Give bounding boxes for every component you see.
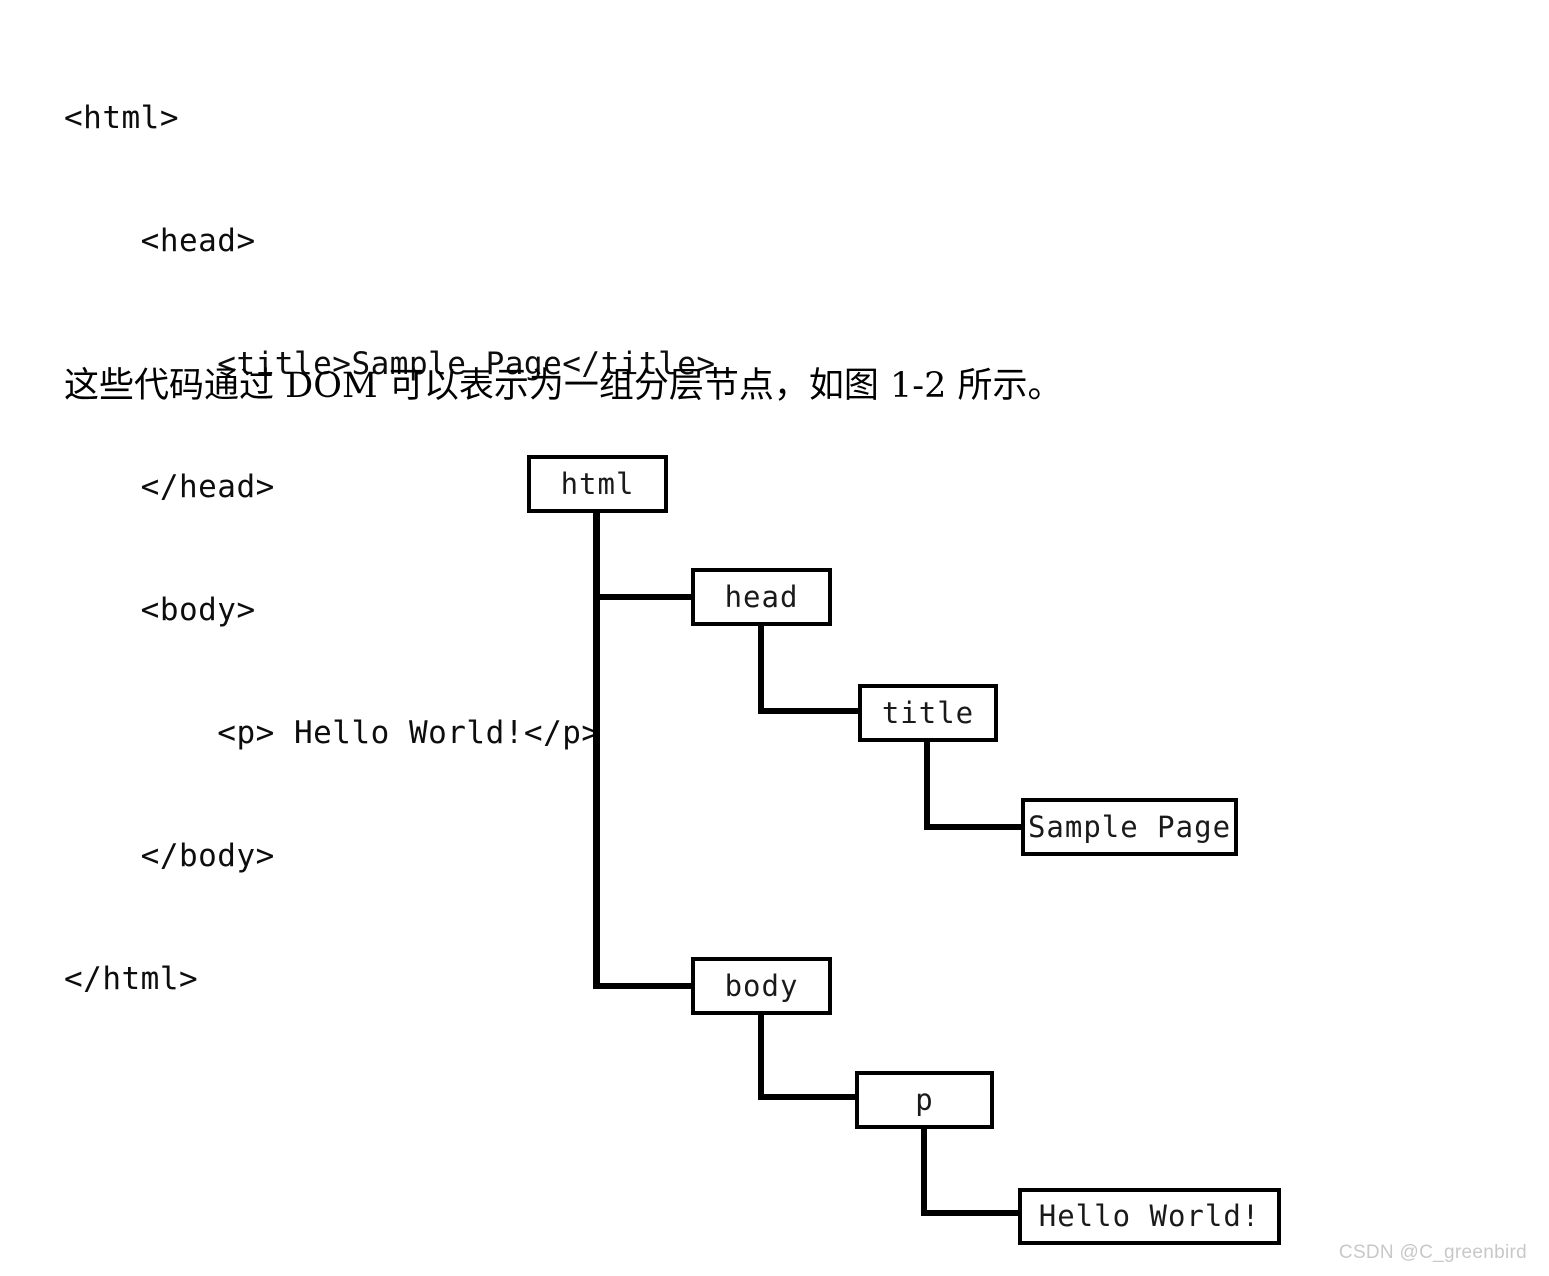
node-hello-world-label: Hello World! [1038,1199,1261,1233]
edge-body-trunk [758,1015,764,1100]
node-html[interactable]: html [527,455,668,513]
node-sample-page-label: Sample Page [1027,809,1232,844]
edge-head-trunk [758,626,764,714]
node-title[interactable]: title [858,684,998,742]
dom-tree-diagram: html head title Sample Page body p Hello… [0,0,1549,1276]
edge-p-to-hello-world [921,1210,1022,1216]
edge-html-trunk [593,513,600,989]
node-p-label: p [915,1082,934,1117]
edge-body-to-p [758,1094,859,1100]
node-hello-world-text[interactable]: Hello World! [1018,1188,1281,1245]
node-body-label: body [724,968,799,1003]
node-body[interactable]: body [691,957,832,1015]
node-p[interactable]: p [855,1071,994,1129]
edge-title-to-sample-page [924,824,1025,830]
node-html-label: html [560,466,635,501]
edge-title-trunk [924,742,930,830]
node-sample-page-text[interactable]: Sample Page [1021,798,1238,856]
edge-html-to-body [593,983,695,989]
node-head[interactable]: head [691,568,832,626]
csdn-watermark: CSDN @C_greenbird [1338,1242,1527,1263]
edge-p-trunk [921,1129,927,1216]
node-title-label: title [881,695,975,730]
node-head-label: head [724,579,799,614]
edge-html-to-head [593,594,695,600]
edge-head-to-title [758,708,862,714]
